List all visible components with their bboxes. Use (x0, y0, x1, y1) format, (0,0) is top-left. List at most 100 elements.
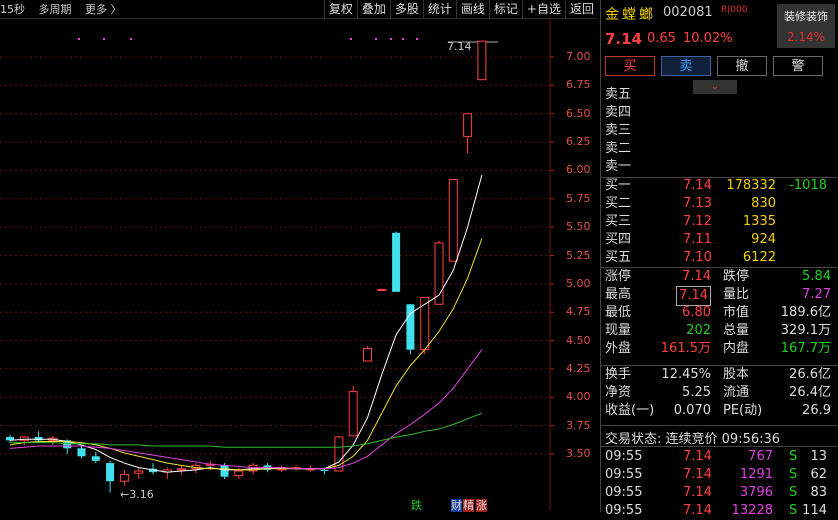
tick-volume: 767 (748, 449, 773, 464)
stat-value: 7.27 (802, 287, 831, 302)
stat-value: 26.9 (802, 403, 831, 418)
stat-value: 7.14 (676, 286, 711, 306)
stat-row: 收益(一) 0.070 PE(动) 26.9 (605, 402, 835, 420)
add-watchlist-button[interactable]: +自选 (521, 0, 565, 18)
sector-change: 2.14% (786, 30, 826, 44)
stat-label: 最高 (605, 287, 632, 302)
tick-price: 7.14 (683, 503, 712, 518)
stat-value: 167.7万 (780, 341, 831, 356)
price-axis-label: 3.50 (566, 447, 591, 460)
chart-actions: 复权 叠加 多股 统计 画线 标记 +自选 返回 (323, 0, 598, 18)
stat-value: 12.45% (661, 367, 711, 382)
ask-row[interactable]: 卖二 (605, 140, 831, 158)
price-axis-label: 6.25 (566, 135, 591, 149)
marker-button[interactable]: 标记 (488, 0, 522, 18)
stat-value: 202 (686, 323, 711, 338)
candle-body (348, 391, 358, 437)
bid-label: 买三 (605, 214, 632, 229)
bid-volume: 924 (751, 232, 776, 247)
ask-row[interactable]: 卖五 (605, 86, 831, 104)
sector-badge[interactable]: 装修装饰 2.14% (777, 4, 835, 48)
stat-label: 市值 (723, 305, 750, 320)
bid-volume: 178332 (726, 178, 776, 193)
cancel-order-button[interactable]: 撤 (717, 56, 767, 76)
stock-tag: R|000 (721, 5, 748, 15)
stat-label: 流通 (723, 385, 750, 400)
bid-volume: 6122 (742, 250, 776, 265)
low-price-value: 3.16 (129, 488, 154, 501)
candle-body (392, 232, 401, 292)
bid-row[interactable]: 买二 7.13 830 (605, 195, 831, 213)
alert-button[interactable]: 警 (773, 56, 823, 76)
ask-row[interactable]: 卖四 (605, 104, 831, 122)
tick-time: 09:55 (605, 467, 643, 482)
tick-price: 7.14 (683, 467, 712, 482)
candle-body (234, 470, 244, 477)
stat-value: 329.1万 (780, 323, 831, 338)
ask-row[interactable]: 卖三 (605, 122, 831, 140)
buy-button[interactable]: 买 (605, 56, 655, 76)
stat-row: 涨停 7.14 跌停 5.84 (605, 268, 835, 286)
kline-chart-panel[interactable]: 15秒 多周期 更多 〉 复权 叠加 多股 统计 画线 标记 +自选 返回 7.… (0, 0, 598, 512)
stat-label: 量比 (723, 287, 750, 302)
marker-dot (103, 38, 105, 40)
marker-dot (130, 38, 132, 40)
stat-value: 161.5万 (660, 341, 711, 356)
cai-tag[interactable]: 财 (451, 499, 462, 512)
ask-row[interactable]: 卖一 (605, 158, 831, 176)
candle-body (106, 463, 115, 482)
statistics-button[interactable]: 统计 (422, 0, 456, 18)
tick-side: S (789, 503, 798, 518)
price-axis-label: 6.50 (566, 106, 591, 120)
bid-row[interactable]: 买四 7.11 924 (605, 231, 831, 249)
tick-volume: 13228 (731, 503, 773, 518)
sector-name: 装修装饰 (784, 10, 828, 23)
stat-label: 外盘 (605, 341, 632, 356)
overlay-button[interactable]: 叠加 (356, 0, 390, 18)
tick-time: 09:55 (605, 449, 643, 464)
bid-row[interactable]: 买五 7.10 6122 (605, 249, 831, 267)
jing-tag[interactable]: 精 (463, 499, 474, 512)
bid-price: 7.10 (683, 250, 712, 265)
sell-button[interactable]: 卖 (661, 56, 711, 76)
price-axis-label: 4.00 (566, 390, 591, 404)
draw-line-button[interactable]: 画线 (455, 0, 489, 18)
back-button[interactable]: 返回 (564, 0, 598, 18)
candle-body (91, 456, 100, 461)
high-price-label: 7.14 (447, 40, 472, 53)
multi-period-button[interactable]: 多周期 (39, 3, 72, 16)
die-tag[interactable]: 跌 (411, 499, 422, 512)
bid-row[interactable]: 买三 7.12 1335 (605, 213, 831, 231)
candle-body (177, 468, 187, 471)
stat-value: 5.84 (802, 269, 831, 284)
stat-value: 26.6亿 (789, 367, 831, 382)
divider (601, 446, 838, 447)
kline-chart[interactable] (0, 0, 598, 512)
tick-row: 09:55 7.14 767 S 13 (605, 448, 835, 466)
price-axis-label: 6.00 (566, 163, 591, 177)
ask-label: 卖四 (605, 105, 632, 120)
bid-label: 买一 (605, 178, 632, 193)
tick-count: 83 (810, 485, 827, 500)
tick-row: 09:55 7.14 1291 S 62 (605, 466, 835, 484)
price-axis-label: 4.50 (566, 333, 591, 347)
period-15s-button[interactable]: 15秒 (0, 3, 25, 16)
chart-toolbar: 15秒 多周期 更多 〉 复权 叠加 多股 统计 画线 标记 +自选 返回 (0, 0, 598, 19)
multi-stock-button[interactable]: 多股 (389, 0, 423, 18)
stat-row: 现量 202 总量 329.1万 (605, 322, 835, 340)
zhang-tag[interactable]: 涨 (476, 499, 487, 512)
bid-row[interactable]: 买一 7.14 178332 -1018 (605, 177, 831, 195)
marker-dot (416, 38, 418, 40)
trade-buttons: 买 卖 撤 警 (605, 56, 823, 76)
tick-row: 09:55 7.14 3796 S 83 (605, 484, 835, 502)
price-axis-label: 7.00 (566, 50, 591, 63)
adjust-button[interactable]: 复权 (323, 0, 357, 18)
ask-label: 卖二 (605, 141, 632, 156)
more-button[interactable]: 更多 〉 (85, 3, 122, 16)
quote-panel: 金螳螂 002081 R|000 装修装饰 2.14% 7.14 0.65 10… (600, 0, 838, 518)
candle-body (220, 465, 229, 477)
stat-value: 189.6亿 (780, 305, 831, 320)
price-axis-label: 4.75 (566, 305, 591, 319)
candle-body (320, 469, 329, 472)
stat-label: 内盘 (723, 341, 750, 356)
